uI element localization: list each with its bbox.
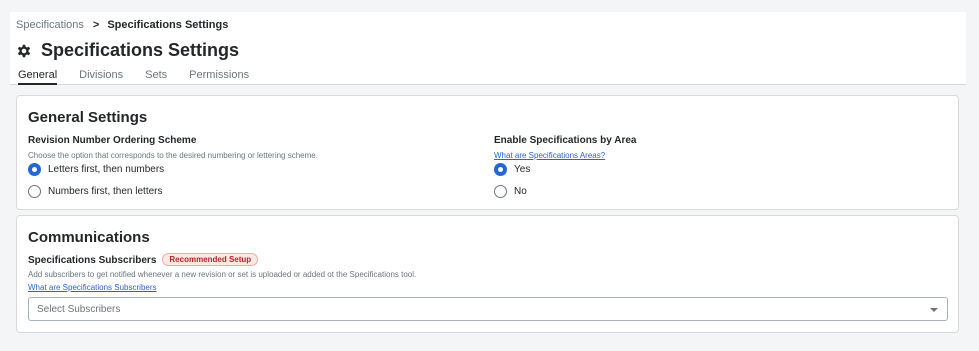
radio-label: No xyxy=(514,186,527,197)
tab-divisions[interactable]: Divisions xyxy=(79,69,123,84)
tab-permissions[interactable]: Permissions xyxy=(189,69,249,84)
area-label: Enable Specifications by Area xyxy=(494,135,637,146)
radio-area-yes[interactable]: Yes xyxy=(494,163,530,176)
page-title: Specifications Settings xyxy=(41,40,240,60)
radio-unselected-icon xyxy=(494,185,507,198)
subscribers-label-text: Specifications Subscribers xyxy=(28,255,157,266)
communications-title: Communications xyxy=(28,229,150,246)
radio-letters-first[interactable]: Letters first, then numbers xyxy=(28,163,164,176)
gear-icon xyxy=(17,44,31,57)
radio-selected-icon xyxy=(28,163,41,176)
breadcrumb: Specifications > Specifications Settings xyxy=(16,19,228,31)
ordering-scheme-label: Revision Number Ordering Scheme xyxy=(28,135,197,146)
subscribers-select[interactable]: Select Subscribers xyxy=(28,297,948,321)
chevron-down-icon xyxy=(930,308,938,312)
title-row: Specifications Settings xyxy=(16,40,239,61)
page-header: Specifications > Specifications Settings… xyxy=(10,12,966,85)
breadcrumb-root-link[interactable]: Specifications xyxy=(16,19,84,31)
breadcrumb-current: Specifications Settings xyxy=(107,19,229,31)
tab-general[interactable]: General xyxy=(18,69,58,85)
radio-label: Numbers first, then letters xyxy=(48,186,163,197)
radio-unselected-icon xyxy=(28,185,41,198)
radio-area-no[interactable]: No xyxy=(494,185,527,198)
tab-sets[interactable]: Sets xyxy=(145,69,167,84)
radio-label: Letters first, then numbers xyxy=(48,164,165,175)
radio-numbers-first[interactable]: Numbers first, then letters xyxy=(28,185,162,198)
recommended-badge: Recommended Setup xyxy=(162,253,259,266)
breadcrumb-separator: > xyxy=(92,19,100,31)
general-settings-card: General Settings Revision Number Orderin… xyxy=(16,95,959,210)
communications-card: Communications Specifications Subscriber… xyxy=(16,215,959,333)
general-settings-title: General Settings xyxy=(28,109,148,126)
radio-label: Yes xyxy=(514,164,531,175)
tab-bar: General Divisions Sets Permissions xyxy=(18,69,271,85)
subscribers-help-link[interactable]: What are Specifications Subscribers xyxy=(28,283,157,292)
radio-selected-icon xyxy=(494,163,507,176)
select-placeholder: Select Subscribers xyxy=(37,304,121,315)
areas-help-link[interactable]: What are Specifications Areas? xyxy=(494,151,605,160)
subscribers-hint: Add subscribers to get notified whenever… xyxy=(28,270,417,279)
ordering-scheme-hint: Choose the option that corresponds to th… xyxy=(28,151,318,160)
subscribers-label: Specifications Subscribers Recommended Se… xyxy=(28,253,259,266)
